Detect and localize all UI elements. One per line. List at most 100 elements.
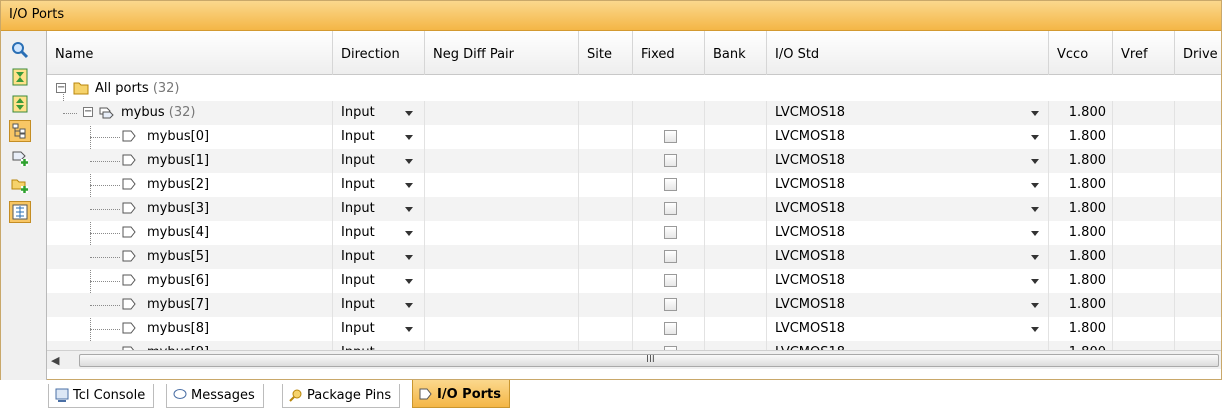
site-cell[interactable] [579,245,633,269]
neg-diff-pair-cell[interactable] [425,221,579,245]
chevron-down-icon[interactable] [1031,111,1039,116]
io-std-select[interactable]: LVCMOS18 [767,317,1049,341]
io-std-select[interactable]: LVCMOS18 [767,341,1049,350]
site-cell[interactable] [579,125,633,149]
neg-diff-pair-cell[interactable] [425,245,579,269]
column-header-io-std[interactable]: I/O Std [767,31,1049,75]
fixed-checkbox[interactable] [664,322,677,335]
horizontal-scrollbar[interactable]: ◀ III [47,350,1221,369]
neg-diff-pair-cell[interactable] [425,149,579,173]
neg-diff-pair-cell[interactable] [425,173,579,197]
table-row[interactable]: mybus[1] Input LVCMOS18 1.800 [47,149,1221,173]
table-row[interactable]: mybus[2] Input LVCMOS18 1.800 [47,173,1221,197]
create-interface-icon[interactable] [9,174,31,196]
site-cell[interactable] [579,221,633,245]
chevron-down-icon[interactable] [405,231,413,236]
collapse-toggle[interactable]: − [83,107,93,117]
chevron-down-icon[interactable] [405,111,413,116]
fixed-checkbox[interactable] [664,154,677,167]
neg-diff-pair-cell[interactable] [425,317,579,341]
tab-tcl-console[interactable]: Tcl Console [48,384,155,408]
table-row[interactable]: mybus[4] Input LVCMOS18 1.800 [47,221,1221,245]
site-cell[interactable] [579,197,633,221]
neg-diff-pair-cell[interactable] [425,341,579,350]
collapse-toggle[interactable]: − [56,83,66,93]
table-row[interactable]: mybus[6] Input LVCMOS18 1.800 [47,269,1221,293]
io-std-select[interactable]: LVCMOS18 [767,245,1049,269]
column-header-bank[interactable]: Bank [705,31,767,75]
column-header-vref[interactable]: Vref [1113,31,1175,75]
chevron-down-icon[interactable] [1031,231,1039,236]
search-icon[interactable] [9,39,31,61]
direction-select[interactable]: Input [333,341,425,350]
site-cell[interactable] [579,269,633,293]
neg-diff-pair-cell[interactable] [425,197,579,221]
table-row[interactable]: mybus[9]Input LVCMOS181.800 [47,341,1221,350]
fixed-checkbox[interactable] [664,226,677,239]
table-row[interactable]: mybus[5] Input LVCMOS18 1.800 [47,245,1221,269]
chevron-down-icon[interactable] [1031,255,1039,260]
chevron-down-icon[interactable] [1031,327,1039,332]
chevron-down-icon[interactable] [1031,135,1039,140]
site-cell[interactable] [579,341,633,350]
vref-cell [1113,317,1175,341]
chevron-down-icon[interactable] [1031,279,1039,284]
chevron-down-icon[interactable] [405,183,413,188]
expand-all-icon[interactable] [9,93,31,115]
chevron-down-icon[interactable] [405,207,413,212]
column-header-fixed[interactable]: Fixed [633,31,705,75]
auto-place-icon[interactable] [9,201,31,223]
fixed-checkbox[interactable] [664,298,677,311]
io-std-select[interactable]: LVCMOS18 [767,221,1049,245]
io-std-select[interactable]: LVCMOS18 [767,125,1049,149]
fixed-checkbox[interactable] [664,250,677,263]
table-row[interactable]: mybus[8] Input LVCMOS18 1.800 [47,317,1221,341]
table-row-all-ports[interactable]: − All ports (32) [47,77,1221,101]
site-cell[interactable] [579,293,633,317]
site-cell[interactable] [579,149,633,173]
tab-io-ports[interactable]: I/O Ports [412,380,510,408]
table-row[interactable]: mybus[3] Input LVCMOS18 1.800 [47,197,1221,221]
fixed-checkbox[interactable] [664,202,677,215]
neg-diff-pair-cell[interactable] [425,125,579,149]
site-cell[interactable] [579,173,633,197]
column-header-name[interactable]: Name [47,31,333,75]
fixed-checkbox[interactable] [664,178,677,191]
io-std-select[interactable]: LVCMOS18 [767,149,1049,173]
chevron-down-icon[interactable] [405,255,413,260]
chevron-down-icon[interactable] [405,303,413,308]
tab-messages[interactable]: Messages [166,384,264,408]
neg-diff-pair-cell[interactable] [425,293,579,317]
io-std-select[interactable]: LVCMOS18 [767,173,1049,197]
tab-package-pins[interactable]: Package Pins [282,384,401,408]
table-row[interactable]: mybus[7] Input LVCMOS18 1.800 [47,293,1221,317]
io-std-select[interactable]: LVCMOS18 [767,101,1049,125]
io-std-select[interactable]: LVCMOS18 [767,293,1049,317]
scrollbar-thumb[interactable]: III [79,354,1219,367]
io-std-select[interactable]: LVCMOS18 [767,197,1049,221]
column-header-drive[interactable]: Drive [1175,31,1221,75]
group-by-interface-icon[interactable] [9,120,31,142]
column-header-neg-diff-pair[interactable]: Neg Diff Pair [425,31,579,75]
table-row[interactable]: mybus[0] Input LVCMOS18 1.800 [47,125,1221,149]
chevron-down-icon[interactable] [405,327,413,332]
chevron-down-icon[interactable] [1031,303,1039,308]
chevron-down-icon[interactable] [1031,207,1039,212]
io-std-select[interactable]: LVCMOS18 [767,269,1049,293]
column-header-site[interactable]: Site [579,31,633,75]
fixed-checkbox[interactable] [664,274,677,287]
chevron-down-icon[interactable] [1031,183,1039,188]
chevron-down-icon[interactable] [405,159,413,164]
fixed-checkbox[interactable] [664,130,677,143]
site-cell[interactable] [579,317,633,341]
chevron-down-icon[interactable] [405,135,413,140]
table-row-mybus[interactable]: − mybus (32) Input LVCMOS18 1.800 [47,101,1221,125]
neg-diff-pair-cell[interactable] [425,269,579,293]
create-port-icon[interactable] [9,147,31,169]
chevron-down-icon[interactable] [1031,159,1039,164]
scroll-left-arrow[interactable]: ◀ [51,354,59,367]
chevron-down-icon[interactable] [405,279,413,284]
column-header-vcco[interactable]: Vcco [1049,31,1113,75]
column-header-direction[interactable]: Direction [333,31,425,75]
collapse-all-icon[interactable] [9,66,31,88]
